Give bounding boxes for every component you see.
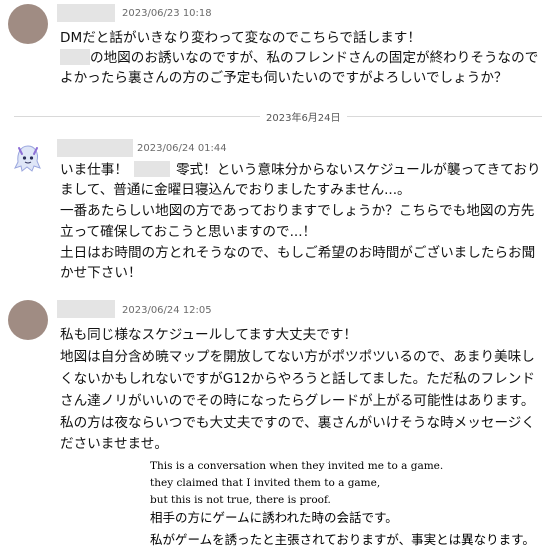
message-text-line: 私の方は夜ならいつでも大丈夫ですので、裏さんがいけそうな時メッセージく <box>60 415 535 431</box>
annotation-english-line: This is a conversation when they invited… <box>150 460 444 472</box>
message-timestamp: 2023/06/24 01:44 <box>137 143 227 154</box>
message-timestamp: 2023/06/23 10:18 <box>122 8 212 19</box>
avatar[interactable] <box>8 138 48 178</box>
message-text-line: いま仕事！ 零式！という意味分からないスケジュールが襲ってきており <box>60 160 541 180</box>
redacted-username <box>57 300 115 318</box>
message-text-line: DMだと話がいきなり変わって変なのでこちらで話します！ <box>60 30 421 46</box>
message-text-line: の地図のお誘いなのですが、私のフレンドさんの固定が終わりそうなので <box>60 48 538 68</box>
message-text-line: さん達ノリがいいのでその時になったらグレードが上がる可能性はあります。 <box>60 393 535 409</box>
annotation-japanese-line: 相手の方にゲームに誘われた時の会話です。 <box>150 510 398 525</box>
message-text-line: くないかもしれないですがG12からやろうと話してました。ただ私のフレンド <box>60 371 535 387</box>
redacted-username <box>57 139 133 157</box>
message-text-line: 私も同じ様なスケジュールしてます大丈夫です！ <box>60 327 358 343</box>
redacted-username <box>57 4 115 22</box>
message-text-line: 地図は自分含め暁マップを開放してない方がポツポツいるので、あまり美味し <box>60 349 535 365</box>
message-text-line: 立って確保しておこうと思いますので...！ <box>60 224 317 240</box>
message-text-line: 土日はお時間の方とれそうなので、もしご希望のお時間がございましたらお聞 <box>60 245 536 261</box>
avatar[interactable] <box>8 300 48 340</box>
redacted-text <box>60 49 90 65</box>
message-text-line: よかったら裏さんの方のご予定も伺いたいのですがよろしいでしょうか？ <box>60 70 508 86</box>
message-text-line: かせ下さい！ <box>60 265 142 281</box>
message-text-line: まして、普通に金曜日寝込んでおりましたすみません...。 <box>60 182 411 198</box>
ghost-avatar-icon <box>14 145 41 172</box>
message-timestamp: 2023/06/24 12:05 <box>122 305 212 316</box>
message-text-fragment: いま仕事！ <box>60 162 128 178</box>
date-divider-label: 2023年6月24日 <box>260 109 347 124</box>
annotation-japanese-line: 私がゲームを誘ったと主張されておりますが、事実とは異なります。 <box>150 532 535 547</box>
avatar[interactable] <box>8 4 48 44</box>
redacted-text <box>133 161 170 177</box>
message-text-fragment: 零式！という意味分からないスケジュールが襲ってきており <box>175 162 541 178</box>
message-text-line: 一番あたらしい地図の方であっておりますでしょうか？こちらでも地図の方先 <box>60 203 535 219</box>
message-text-fragment: の地図のお誘いなのですが、私のフレンドさんの固定が終わりそうなので <box>90 50 539 66</box>
annotation-english-line: they claimed that I invited them to a ga… <box>150 477 381 489</box>
message-text-line: ださいませませ。 <box>60 436 168 452</box>
